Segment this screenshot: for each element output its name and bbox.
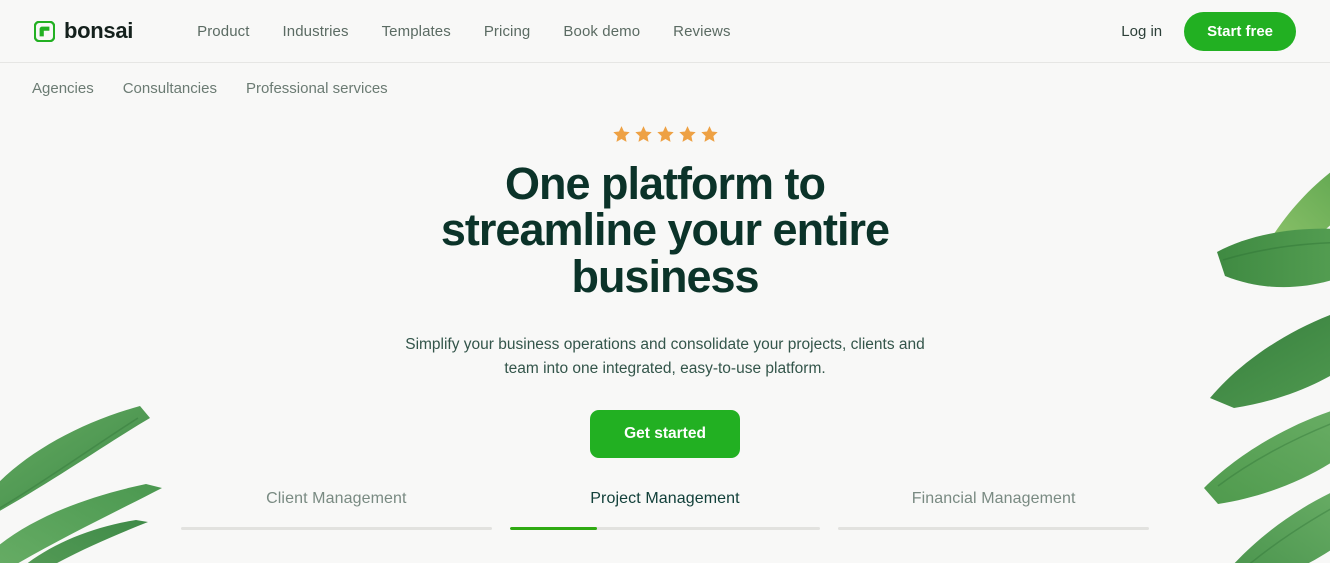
tab-label: Financial Management	[911, 490, 1076, 508]
page-title: One platform to streamline your entire b…	[440, 158, 890, 302]
subnav-item-professional-services[interactable]: Professional services	[246, 80, 388, 97]
star-icon	[656, 126, 674, 142]
tab-project-management[interactable]: Project Management	[501, 490, 830, 531]
feature-tabs: Client Management Project Management Fin…	[172, 490, 1158, 531]
hero-section: One platform to streamline your entire b…	[0, 97, 1330, 459]
site-header: bonsai Product Industries Templates Pric…	[0, 0, 1330, 62]
hero-subtitle: Simplify your business operations and co…	[405, 336, 925, 378]
star-icon	[678, 126, 696, 142]
leaf-icon	[27, 520, 148, 563]
tab-progress-fill	[509, 527, 597, 531]
tab-financial-management[interactable]: Financial Management	[829, 490, 1158, 531]
login-link[interactable]: Log in	[1121, 23, 1162, 40]
secondary-nav: Agencies Consultancies Professional serv…	[0, 63, 1330, 97]
tab-label: Client Management	[266, 490, 407, 508]
rating-stars	[0, 125, 1330, 144]
get-started-button[interactable]: Get started	[590, 410, 740, 459]
tab-progress-track	[838, 527, 1150, 531]
nav-item-templates[interactable]: Templates	[382, 23, 451, 40]
primary-nav: Product Industries Templates Pricing Boo…	[197, 23, 730, 40]
leaf-icon	[0, 484, 162, 563]
hero-cta-wrap: Get started	[0, 410, 1330, 459]
tab-client-management[interactable]: Client Management	[172, 490, 501, 531]
nav-item-product[interactable]: Product	[197, 23, 249, 40]
tab-progress-track	[509, 527, 821, 531]
tab-progress-track	[181, 527, 492, 531]
landing-page: bonsai Product Industries Templates Pric…	[0, 0, 1330, 563]
nav-item-pricing[interactable]: Pricing	[484, 23, 531, 40]
header-actions: Log in Start free	[1121, 11, 1296, 51]
brand-logo[interactable]: bonsai	[34, 20, 133, 42]
subnav-item-agencies[interactable]: Agencies	[32, 80, 94, 97]
leaf-icon	[1234, 493, 1330, 563]
bonsai-logo-icon	[34, 20, 55, 42]
nav-item-industries[interactable]: Industries	[283, 23, 349, 40]
tab-label: Project Management	[590, 490, 740, 508]
start-free-button[interactable]: Start free	[1184, 11, 1296, 51]
nav-item-reviews[interactable]: Reviews	[673, 23, 730, 40]
star-icon	[612, 126, 630, 142]
star-icon	[700, 126, 718, 142]
brand-name: bonsai	[64, 18, 134, 43]
star-icon	[634, 126, 652, 142]
subnav-item-consultancies[interactable]: Consultancies	[123, 80, 217, 97]
nav-item-book-demo[interactable]: Book demo	[563, 23, 640, 40]
